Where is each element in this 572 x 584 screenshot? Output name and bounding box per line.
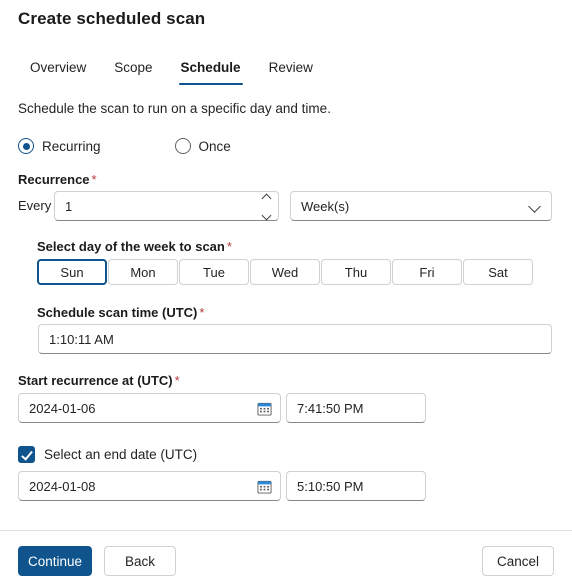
- calendar-icon[interactable]: [257, 401, 272, 416]
- day-button-fri[interactable]: Fri: [392, 259, 462, 285]
- required-marker: *: [91, 172, 97, 187]
- radio-label-recurring: Recurring: [42, 138, 101, 154]
- start-recurrence-label-text: Start recurrence at (UTC): [18, 373, 173, 388]
- radio-option-recurring[interactable]: Recurring: [18, 138, 101, 154]
- start-recurrence-label: Start recurrence at (UTC) *: [18, 373, 180, 388]
- recurrence-label: Recurrence *: [18, 172, 97, 187]
- required-marker: *: [199, 305, 205, 320]
- scan-time-label-text: Schedule scan time (UTC): [37, 305, 198, 320]
- day-button-sun[interactable]: Sun: [37, 259, 107, 285]
- radio-option-once[interactable]: Once: [174, 138, 231, 154]
- continue-button[interactable]: Continue: [18, 546, 92, 576]
- footer-divider: [0, 530, 572, 531]
- end-date-checkbox-row[interactable]: Select an end date (UTC): [18, 446, 197, 463]
- page-title: Create scheduled scan: [18, 9, 206, 28]
- day-of-week-label: Select day of the week to scan *: [37, 239, 232, 254]
- day-of-week-label-text: Select day of the week to scan: [37, 239, 225, 254]
- calendar-icon[interactable]: [257, 479, 272, 494]
- day-button-sat[interactable]: Sat: [463, 259, 533, 285]
- tab-overview[interactable]: Overview: [18, 58, 100, 78]
- tab-review[interactable]: Review: [255, 58, 327, 78]
- start-date-input[interactable]: 2024-01-06: [18, 393, 281, 423]
- page-description: Schedule the scan to run on a specific d…: [18, 101, 331, 116]
- recurrence-unit-value: Week(s): [301, 198, 350, 214]
- recurrence-interval-value: 1: [65, 198, 73, 214]
- back-button[interactable]: Back: [104, 546, 176, 576]
- cancel-button[interactable]: Cancel: [482, 546, 554, 576]
- checkbox-checked-icon[interactable]: [18, 446, 35, 463]
- chevron-up-icon[interactable]: [261, 193, 271, 204]
- end-date-checkbox-label: Select an end date (UTC): [44, 447, 198, 462]
- tab-scope[interactable]: Scope: [100, 58, 166, 78]
- scan-time-label: Schedule scan time (UTC) *: [37, 305, 204, 320]
- chevron-down-icon[interactable]: [528, 200, 541, 213]
- every-label: Every: [18, 198, 52, 213]
- day-button-tue[interactable]: Tue: [179, 259, 249, 285]
- recurrence-label-text: Recurrence: [18, 172, 90, 187]
- day-button-thu[interactable]: Thu: [321, 259, 391, 285]
- radio-unselected-icon: [174, 138, 191, 154]
- end-time-input[interactable]: 5:10:50 PM: [286, 471, 426, 501]
- required-marker: *: [174, 373, 180, 388]
- recurrence-interval-input[interactable]: 1: [54, 191, 279, 221]
- radio-label-once: Once: [198, 138, 231, 154]
- create-scheduled-scan-dialog: Create scheduled scan Overview Scope Sch…: [0, 0, 572, 584]
- tab-schedule[interactable]: Schedule: [167, 58, 255, 85]
- required-marker: *: [226, 239, 232, 254]
- day-of-week-selector: Sun Mon Tue Wed Thu Fri Sat: [37, 259, 533, 285]
- scan-time-input[interactable]: 1:10:11 AM: [38, 324, 552, 354]
- day-button-mon[interactable]: Mon: [108, 259, 178, 285]
- start-time-input[interactable]: 7:41:50 PM: [286, 393, 426, 423]
- end-date-input[interactable]: 2024-01-08: [18, 471, 281, 501]
- chevron-down-icon[interactable]: [261, 210, 271, 221]
- wizard-tabs: Overview Scope Schedule Review: [18, 58, 327, 86]
- schedule-type-radio-group: Recurring Once: [18, 138, 231, 154]
- start-date-value: 2024-01-06: [29, 400, 96, 416]
- radio-selected-icon: [18, 138, 34, 154]
- end-time-value: 5:10:50 PM: [297, 478, 364, 494]
- day-button-wed[interactable]: Wed: [250, 259, 320, 285]
- start-time-value: 7:41:50 PM: [297, 400, 364, 416]
- end-date-value: 2024-01-08: [29, 478, 96, 494]
- recurrence-unit-dropdown[interactable]: Week(s): [290, 191, 552, 221]
- scan-time-value: 1:10:11 AM: [49, 331, 114, 347]
- spinner-buttons[interactable]: [259, 193, 273, 221]
